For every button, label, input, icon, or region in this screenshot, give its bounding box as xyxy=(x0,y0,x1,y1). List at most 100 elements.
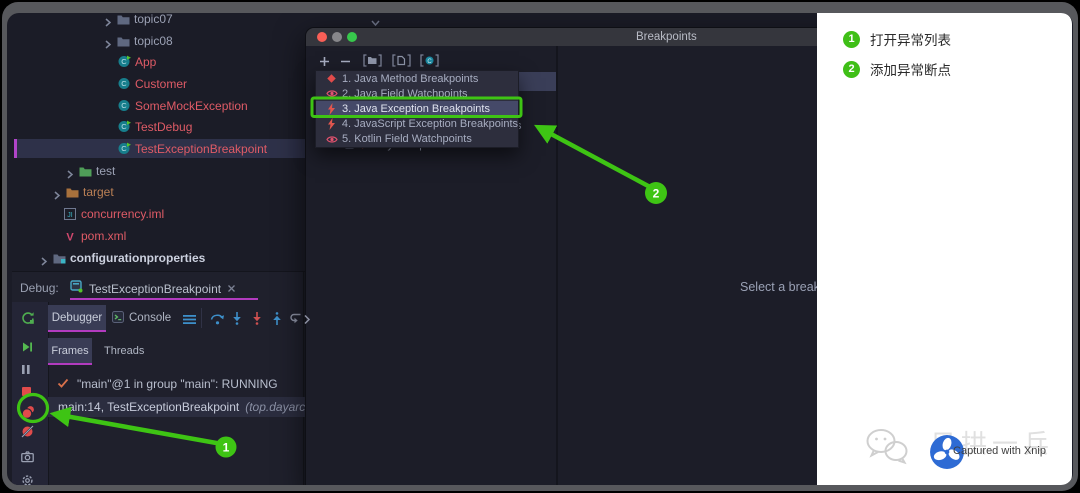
chevron-right-icon[interactable] xyxy=(40,253,48,271)
svg-text:C: C xyxy=(121,101,127,110)
panel-divider xyxy=(12,271,305,272)
method-breakpoint-icon xyxy=(325,73,338,84)
pause-icon[interactable] xyxy=(21,362,31,380)
stop-icon[interactable] xyxy=(21,384,32,402)
tree-item-label: Customer xyxy=(135,76,188,91)
tree-item-testexceptionbreakpoint[interactable]: C TestExceptionBreakpoint xyxy=(7,139,305,158)
tree-item-test[interactable]: test xyxy=(7,161,305,180)
class-icon: C xyxy=(118,77,132,95)
folder-icon xyxy=(117,34,130,52)
tree-item-concurrency-iml[interactable]: JI concurrency.iml xyxy=(7,204,305,223)
note-badge: 2 xyxy=(843,60,860,78)
menu-item-label: 4. JavaScript Exception Breakpoints xyxy=(341,118,518,131)
tree-item-configurationproperties[interactable]: configurationproperties xyxy=(7,248,305,267)
mute-breakpoints-icon[interactable] xyxy=(21,425,34,443)
field-watchpoint-icon xyxy=(325,89,338,98)
panel-divider xyxy=(303,272,304,485)
tree-item-target[interactable]: target xyxy=(7,182,305,201)
menu-item-label: 3. Java Exception Breakpoints xyxy=(342,102,490,115)
tree-item-label: target xyxy=(83,184,114,199)
runnable-class-icon: C xyxy=(118,55,132,73)
run-window-icon xyxy=(70,280,83,298)
svg-text:C: C xyxy=(121,122,127,131)
step-over-icon[interactable] xyxy=(210,312,225,330)
hamburger-icon[interactable] xyxy=(183,312,196,330)
tree-item-label: SomeMockException xyxy=(135,98,248,113)
annotation-panel: 1 打开异常列表 2 添加异常断点 日拱一兵 Captured with Xni… xyxy=(817,13,1072,485)
minimize-button[interactable] xyxy=(332,32,342,42)
note-text: 打开异常列表 xyxy=(870,33,951,48)
runnable-class-icon: C xyxy=(118,142,132,160)
menu-item-label: 5. Kotlin Field Watchpoints xyxy=(342,133,472,146)
menu-item-3-java-exception-breakpoints[interactable]: 3. Java Exception Breakpoints xyxy=(316,101,518,117)
test-folder-icon xyxy=(79,164,92,182)
select-breakpoint-hint: Select a breakp xyxy=(740,280,827,294)
watermark-caption: Captured with Xnip xyxy=(953,445,1046,457)
app-window: topic07 topic08 C App C Customer C SomeMockExce… xyxy=(2,2,1078,491)
tree-item-label: topic07 xyxy=(134,13,173,26)
close-button[interactable] xyxy=(317,32,327,42)
more-chevron-icon[interactable] xyxy=(303,312,311,330)
dialog-splitter[interactable] xyxy=(556,46,558,485)
svg-text:C: C xyxy=(121,57,127,66)
add-breakpoint-popup: 1. Java Method Breakpoints 2. Java Field … xyxy=(315,70,519,148)
tab-debugger[interactable]: Debugger xyxy=(48,305,106,331)
tree-item-somemockexception[interactable]: C SomeMockException xyxy=(7,96,305,115)
runnable-class-icon: C xyxy=(118,120,132,138)
tab-frames-label: Frames xyxy=(51,345,89,357)
chevron-right-icon[interactable] xyxy=(104,14,112,32)
tree-item-topic07[interactable]: topic07 xyxy=(7,13,305,28)
tree-item-pom-xml[interactable]: Vpom.xml xyxy=(7,226,305,245)
stack-frame-row[interactable]: main:14, TestExceptionBreakpoint (top.da… xyxy=(48,397,316,417)
note-text: 添加异常断点 xyxy=(870,63,951,78)
debug-session-tab[interactable]: TestExceptionBreakpoint xyxy=(70,279,236,299)
folder-icon xyxy=(117,13,130,30)
menu-item-5-kotlin-field-watchpoints[interactable]: 5. Kotlin Field Watchpoints xyxy=(316,132,518,147)
debug-session-tab-label: TestExceptionBreakpoint xyxy=(89,282,222,296)
close-icon[interactable] xyxy=(227,280,236,298)
menu-item-2-java-field-watchpoints[interactable]: 2. Java Field Watchpoints xyxy=(316,86,518,101)
view-breakpoints-icon[interactable] xyxy=(21,405,36,425)
svg-text:JI: JI xyxy=(67,212,73,219)
tree-item-label: concurrency.iml xyxy=(81,206,165,221)
rerun-icon[interactable] xyxy=(21,311,35,330)
note-item: 1 打开异常列表 xyxy=(843,29,951,49)
wechat-icon xyxy=(865,428,909,471)
tab-threads[interactable]: Threads xyxy=(104,338,144,364)
check-icon xyxy=(57,375,69,393)
module-iml-icon: JI xyxy=(64,207,76,225)
config-folder-icon xyxy=(53,251,66,269)
tree-item-label: TestExceptionBreakpoint xyxy=(135,141,268,156)
tree-item-topic08[interactable]: topic08 xyxy=(7,31,305,50)
step-into-icon[interactable] xyxy=(232,312,242,330)
tab-frames[interactable]: Frames xyxy=(48,338,92,364)
tree-item-app[interactable]: C App xyxy=(7,52,305,71)
chevron-right-icon[interactable] xyxy=(53,187,61,205)
svg-text:C: C xyxy=(121,79,127,88)
note-badge: 1 xyxy=(843,30,860,48)
step-out-icon[interactable] xyxy=(272,312,282,330)
tree-item-customer[interactable]: C Customer xyxy=(7,74,305,93)
tree-item-testdebug[interactable]: C TestDebug xyxy=(7,117,305,136)
debug-left-toolbar xyxy=(12,302,49,485)
menu-item-4-javascript-exception-breakpoints[interactable]: 4. JavaScript Exception Breakpoints xyxy=(316,117,518,132)
zoom-button[interactable] xyxy=(347,32,357,42)
active-tab-underline xyxy=(70,297,258,300)
resume-icon[interactable] xyxy=(21,340,33,358)
menu-item-1-java-method-breakpoints[interactable]: 1. Java Method Breakpoints xyxy=(316,71,518,86)
tab-console[interactable]: Console xyxy=(112,305,171,331)
exception-breakpoint-icon xyxy=(325,118,338,131)
drop-frame-icon[interactable] xyxy=(290,312,302,330)
settings-icon[interactable] xyxy=(21,474,34,485)
dialog-title: Breakpoints xyxy=(636,31,697,43)
tab-threads-label: Threads xyxy=(104,345,145,357)
tree-item-label: TestDebug xyxy=(135,119,193,134)
thread-status-row[interactable]: "main"@1 in group "main": RUNNING xyxy=(57,375,278,393)
tab-debugger-label: Debugger xyxy=(51,312,103,324)
svg-text:V: V xyxy=(66,232,74,243)
debug-window-label: Debug: xyxy=(20,281,59,295)
force-step-into-icon[interactable] xyxy=(252,312,262,330)
class-icon: C xyxy=(118,99,132,117)
camera-icon[interactable] xyxy=(21,450,34,468)
tab-console-label: Console xyxy=(129,312,172,324)
